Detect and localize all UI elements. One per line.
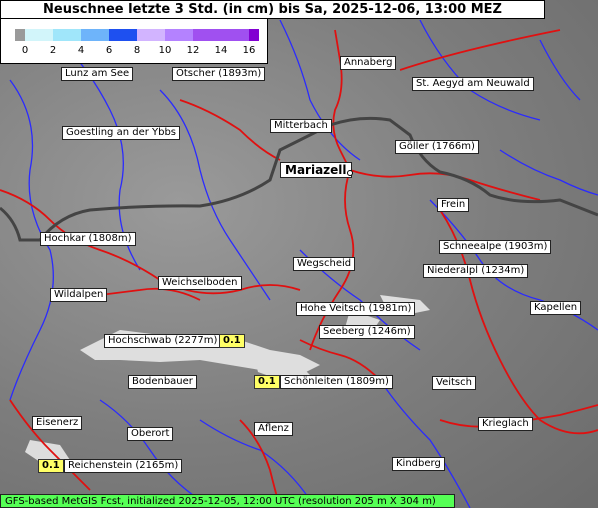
legend-swatch <box>193 29 221 41</box>
legend-swatch <box>249 29 259 41</box>
legend-tick: 10 <box>158 45 172 56</box>
legend-tick: 8 <box>133 45 141 56</box>
place-label: Schönleiten (1809m) <box>280 375 393 389</box>
place-label-major: Mariazell <box>280 162 352 178</box>
legend-tick: 14 <box>214 45 228 56</box>
legend-swatch <box>15 29 25 41</box>
place-label: Krieglach <box>478 417 533 431</box>
place-label: Seeberg (1246m) <box>319 325 415 339</box>
snow-value-badge: 0.1 <box>254 375 280 389</box>
place-label: Hochkar (1808m) <box>40 232 136 246</box>
place-label: Weichselboden <box>158 276 242 290</box>
legend-swatch <box>53 29 81 41</box>
place-label: Eisenerz <box>32 416 83 430</box>
legend-tick: 12 <box>186 45 200 56</box>
place-label: St. Aegyd am Neuwald <box>412 77 534 91</box>
footer-info: GFS-based MetGIS Fcst, initialized 2025-… <box>0 494 455 508</box>
legend-swatch <box>221 29 249 41</box>
snow-map: Neuschnee letzte 3 Std. (in cm) bis Sa, … <box>0 0 598 508</box>
legend-tick: 16 <box>242 45 256 56</box>
place-label: Kapellen <box>530 301 582 315</box>
place-label: Veitsch <box>432 376 476 390</box>
place-label: Schneealpe (1903m) <box>439 240 552 254</box>
map-title: Neuschnee letzte 3 Std. (in cm) bis Sa, … <box>0 0 545 19</box>
place-label: Goestling an der Ybbs <box>62 126 181 140</box>
legend-tick: 2 <box>49 45 57 56</box>
legend-swatch <box>137 29 165 41</box>
place-label: Reichenstein (2165m) <box>64 459 183 473</box>
legend-swatch <box>81 29 109 41</box>
legend-swatch <box>109 29 137 41</box>
place-label: Bodenbauer <box>128 375 197 389</box>
place-label: Oberort <box>127 427 174 441</box>
legend-tick: 0 <box>21 45 29 56</box>
place-label: Frein <box>437 198 470 212</box>
place-label: Hochschwab (2277m) <box>104 334 222 348</box>
place-label: Kindberg <box>392 457 445 471</box>
place-label: Lunz am See <box>61 67 134 81</box>
snow-value-badge: 0.1 <box>219 334 245 348</box>
place-label: Wegscheid <box>293 257 356 271</box>
place-label: Ötscher (1893m) <box>172 67 266 81</box>
legend-swatch <box>165 29 193 41</box>
place-label: Hohe Veitsch (1981m) <box>296 302 416 316</box>
snow-value-badge: 0.1 <box>38 459 64 473</box>
legend-swatch <box>25 29 53 41</box>
place-label: Mitterbach <box>270 119 332 133</box>
legend-tick: 6 <box>105 45 113 56</box>
town-marker <box>347 170 353 176</box>
legend: 0 2 4 6 8 10 12 14 16 <box>0 18 268 64</box>
place-label: Niederalpl (1234m) <box>423 264 529 278</box>
place-label: Annaberg <box>340 56 397 70</box>
place-label: Göller (1766m) <box>395 140 479 154</box>
place-label: Wildalpen <box>50 288 108 302</box>
legend-tick: 4 <box>77 45 85 56</box>
place-label: Aflenz <box>254 422 293 436</box>
